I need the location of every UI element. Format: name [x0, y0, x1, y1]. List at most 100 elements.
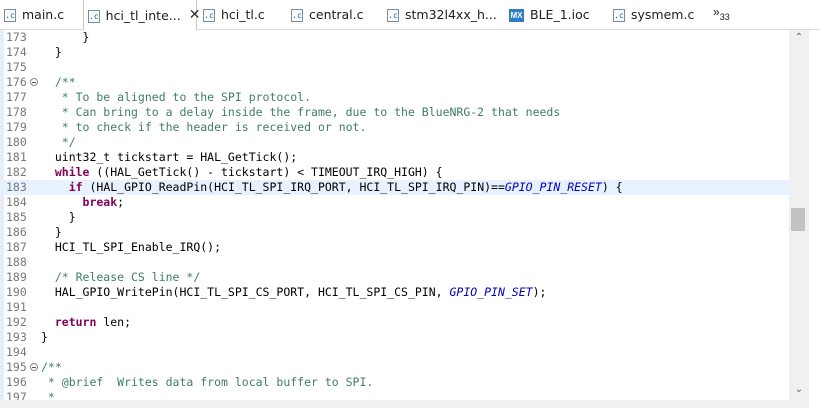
- code-text: return len;: [41, 315, 131, 330]
- line-number: 182: [6, 165, 27, 179]
- line-number: 173: [6, 30, 27, 44]
- line-number: 181: [6, 150, 27, 164]
- code-text: }: [41, 30, 90, 45]
- line-number: 187: [6, 240, 27, 254]
- code-line[interactable]: 195 /**: [0, 360, 789, 375]
- code-line[interactable]: 186 }: [0, 225, 789, 240]
- keyword: if: [41, 180, 83, 194]
- code-text: while ((HAL_GetTick() - tickstart) < TIM…: [41, 165, 443, 180]
- c-file-icon: .c: [4, 9, 16, 22]
- code-line[interactable]: 176 /**: [0, 75, 789, 90]
- tab-stm32l4xx-h[interactable]: .c stm32l4xx_h...: [383, 0, 501, 29]
- tab-ble-1-ioc[interactable]: MX BLE_1.ioc: [505, 0, 605, 29]
- code-text: HAL_GPIO_WritePin(HCI_TL_SPI_CS_PORT, HC…: [41, 285, 547, 300]
- c-file-icon: .c: [88, 9, 100, 23]
- code-line[interactable]: 194: [0, 345, 789, 360]
- code-line[interactable]: 183 if (HAL_GPIO_ReadPin(HCI_TL_SPI_IRQ_…: [0, 180, 789, 195]
- code-line[interactable]: 193}: [0, 330, 789, 345]
- comment: * To be aligned to the SPI protocol.: [41, 90, 312, 104]
- line-number: 190: [6, 285, 27, 299]
- line-number: 179: [6, 120, 27, 134]
- line-number: 183: [6, 180, 27, 194]
- code-line[interactable]: 191: [0, 300, 789, 315]
- code-token: ) {: [601, 180, 623, 194]
- comment: /**: [41, 75, 76, 89]
- tab-central-c[interactable]: .c central.c: [287, 0, 381, 29]
- code-line[interactable]: 180 */: [0, 135, 789, 150]
- tab-label: sysmem.c: [631, 7, 695, 22]
- code-token: }: [41, 30, 90, 44]
- tab-main-c[interactable]: .c main.c: [0, 0, 80, 29]
- tab-label: stm32l4xx_h...: [405, 7, 497, 22]
- comment: * Can bring to a delay inside the frame,…: [41, 105, 561, 119]
- code-text: }: [41, 225, 62, 240]
- code-text: uint32_t tickstart = HAL_GetTick();: [41, 150, 297, 165]
- line-number: 186: [6, 225, 27, 239]
- code-text: */: [41, 135, 76, 150]
- comment: /**: [41, 360, 62, 374]
- line-number: 184: [6, 195, 27, 209]
- code-line[interactable]: 196 * @brief Writes data from local buff…: [0, 375, 789, 390]
- code-text: }: [41, 210, 76, 225]
- vertical-scrollbar[interactable]: ⌃ ⌄: [789, 30, 809, 408]
- code-line[interactable]: 175: [0, 60, 789, 75]
- line-number: 180: [6, 135, 27, 149]
- code-token: uint32_t tickstart = HAL_GetTick();: [41, 150, 298, 164]
- code-text: * To be aligned to the SPI protocol.: [41, 90, 311, 105]
- horizontal-scrollbar[interactable]: [0, 400, 789, 408]
- code-token: len;: [96, 315, 132, 329]
- code-line[interactable]: 177 * To be aligned to the SPI protocol.: [0, 90, 789, 105]
- code-token: HAL_GPIO_WritePin(HCI_TL_SPI_CS_PORT, HC…: [41, 285, 450, 299]
- tab-label: main.c: [22, 7, 65, 22]
- keyword: break: [41, 195, 118, 209]
- line-number: 178: [6, 105, 27, 119]
- code-token: ((HAL_GetTick() - tickstart) < TIMEOUT_I…: [89, 165, 443, 179]
- code-line[interactable]: 192 return len;: [0, 315, 789, 330]
- line-number: 195: [6, 360, 27, 374]
- line-number: 193: [6, 330, 27, 344]
- fold-collapse-icon[interactable]: [30, 363, 38, 371]
- code-line[interactable]: 188: [0, 255, 789, 270]
- line-number: 188: [6, 255, 27, 269]
- c-file-icon: .c: [387, 9, 399, 22]
- c-file-icon: .c: [291, 9, 303, 22]
- comment: * @brief Writes data from local buffer t…: [41, 375, 374, 389]
- code-text: * Can bring to a delay inside the frame,…: [41, 105, 561, 120]
- code-line[interactable]: 187 HCI_TL_SPI_Enable_IRQ();: [0, 240, 789, 255]
- fold-collapse-icon[interactable]: [30, 78, 38, 86]
- code-text: }: [41, 330, 48, 345]
- code-line[interactable]: 185 }: [0, 210, 789, 225]
- line-number: 191: [6, 300, 27, 314]
- scroll-up-icon[interactable]: ⌃: [789, 31, 809, 45]
- scrollbar-thumb[interactable]: [791, 208, 805, 231]
- code-line[interactable]: 190 HAL_GPIO_WritePin(HCI_TL_SPI_CS_PORT…: [0, 285, 789, 300]
- hidden-tab-count: 33: [719, 12, 730, 22]
- tab-label: BLE_1.ioc: [530, 7, 590, 22]
- code-editor[interactable]: 173 } 174 } 175 176 /** 177 * To be aligned …: [0, 30, 820, 408]
- code-text: * @brief Writes data from local buffer t…: [41, 375, 373, 390]
- code-line[interactable]: 174 }: [0, 45, 789, 60]
- more-tabs-button[interactable]: »33: [713, 5, 730, 22]
- code-token: ;: [117, 195, 125, 209]
- comment: * to check if the header is received or …: [41, 120, 367, 134]
- code-token: (HAL_GPIO_ReadPin(HCI_TL_SPI_IRQ_PORT, H…: [82, 180, 505, 194]
- keyword: return: [41, 315, 97, 329]
- code-line[interactable]: 173 }: [0, 30, 789, 45]
- code-text: /**: [41, 75, 76, 90]
- scroll-down-icon[interactable]: ⌄: [789, 383, 809, 397]
- tab-hci-tl-c[interactable]: .c hci_tl.c: [199, 0, 285, 29]
- line-number: 196: [6, 375, 27, 389]
- code-line[interactable]: 181 uint32_t tickstart = HAL_GetTick();: [0, 150, 789, 165]
- comment: /* Release CS line */: [41, 270, 201, 284]
- code-line[interactable]: 184 break;: [0, 195, 789, 210]
- tab-sysmem-c[interactable]: .c sysmem.c: [609, 0, 707, 29]
- code-text: if (HAL_GPIO_ReadPin(HCI_TL_SPI_IRQ_PORT…: [41, 180, 623, 195]
- tab-hci-tl-inte[interactable]: .c hci_tl_inte... ✕: [83, 0, 200, 30]
- editor-tab-bar: .c main.c .c hci_tl_inte... ✕ .c hci_tl.c .c cen…: [0, 0, 820, 30]
- code-text: break;: [41, 195, 125, 210]
- code-line[interactable]: 178 * Can bring to a delay inside the fr…: [0, 105, 789, 120]
- code-line[interactable]: 179 * to check if the header is received…: [0, 120, 789, 135]
- right-gutter: [809, 30, 820, 408]
- code-line[interactable]: 182 while ((HAL_GetTick() - tickstart) <…: [0, 165, 789, 180]
- code-line[interactable]: 189 /* Release CS line */: [0, 270, 789, 285]
